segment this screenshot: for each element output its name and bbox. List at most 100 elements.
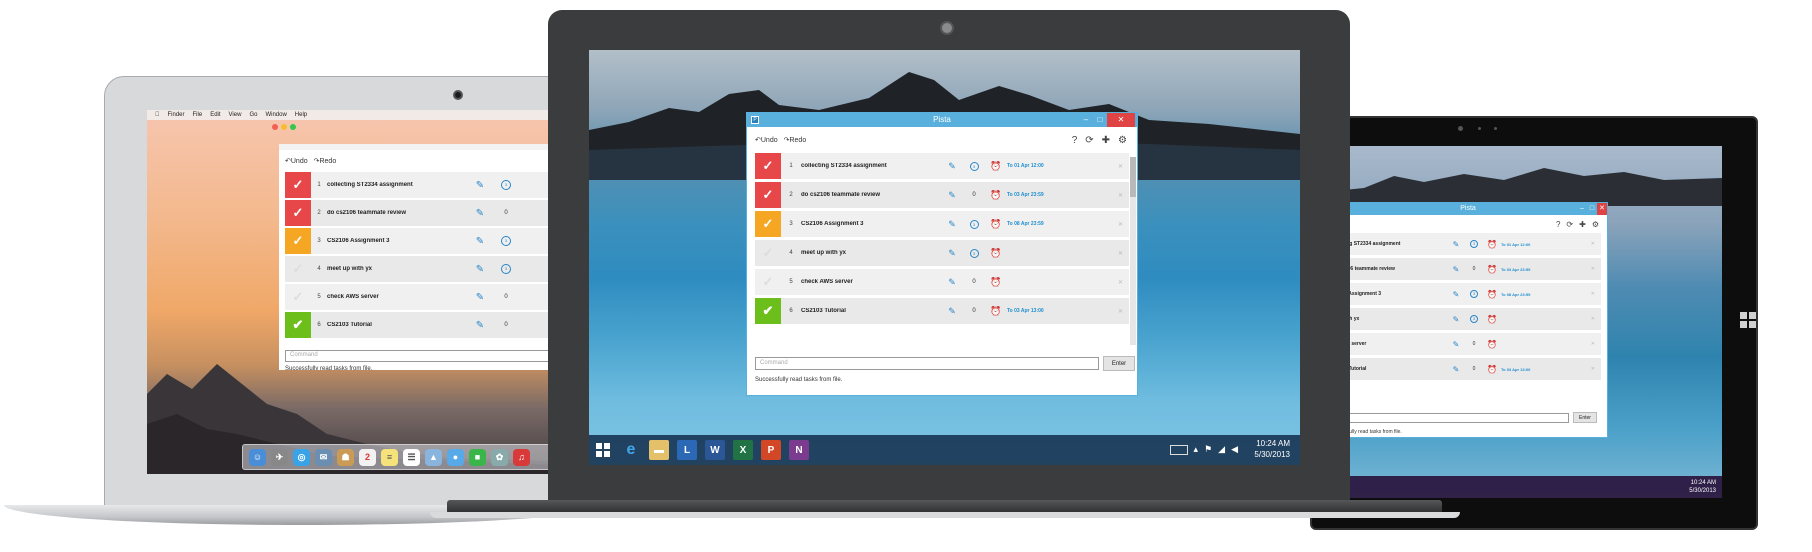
undo-button[interactable]: ↶ Undo <box>755 136 778 145</box>
command-input[interactable] <box>1334 413 1569 423</box>
maps-icon[interactable]: ▲ <box>425 448 442 466</box>
alarm-icon[interactable]: ⏰ <box>985 277 1007 288</box>
finder-icon[interactable]: ☺ <box>249 448 266 466</box>
add-icon[interactable]: ✚ <box>1102 135 1110 146</box>
task-row[interactable]: ✔ 6 CS2103 Tutorial ✎ 0 ⏰ To 03 Apr 13:00 ✕ <box>755 298 1129 324</box>
sync-icon[interactable]: ⟳ <box>1085 135 1093 146</box>
photos-icon[interactable]: ✿ <box>491 448 508 466</box>
keyboard-icon[interactable] <box>1169 444 1188 455</box>
menubar-item[interactable]: Finder <box>168 112 185 118</box>
chevron-up-icon[interactable]: ▴ <box>1194 444 1199 455</box>
delete-task-icon[interactable]: ✕ <box>1118 192 1123 199</box>
menubar-item[interactable]: View <box>229 112 242 118</box>
task-checkbox[interactable]: ✓ <box>285 172 311 198</box>
music-icon[interactable]: ♫ <box>513 448 530 466</box>
delete-task-icon[interactable]: ✕ <box>1118 308 1123 315</box>
command-input[interactable]: Command <box>755 357 1099 370</box>
task-checkbox[interactable]: ✓ <box>285 256 311 282</box>
delete-task-icon[interactable]: ✕ <box>1118 250 1123 257</box>
mail-icon[interactable]: ✉ <box>315 448 332 466</box>
menubar-item[interactable]: Help <box>295 112 307 118</box>
menubar-item[interactable]: File <box>193 112 203 118</box>
pencil-icon[interactable]: ✎ <box>1447 315 1465 324</box>
ie-icon[interactable]: e <box>621 440 641 460</box>
scrollbar[interactable] <box>1130 157 1136 345</box>
pencil-icon[interactable]: ✎ <box>467 264 493 275</box>
windows-button-icon[interactable] <box>1740 312 1756 328</box>
calendar-icon[interactable]: 2 <box>359 448 376 466</box>
task-checkbox[interactable]: ✓ <box>755 240 781 266</box>
undo-button[interactable]: ↶ Undo <box>285 157 308 166</box>
redo-button[interactable]: ↷ Redo <box>784 136 807 145</box>
task-checkbox[interactable]: ✓ <box>285 200 311 226</box>
pencil-icon[interactable]: ✎ <box>941 190 963 201</box>
task-checkbox[interactable]: ✓ <box>755 182 781 208</box>
task-row[interactable]: ✓ 5 check AWS server ✎ 0 <box>285 284 587 310</box>
task-row[interactable]: ✓ 1 collecting ST2334 assignment ✎ 3 <box>285 172 587 198</box>
delete-task-icon[interactable]: ✕ <box>1591 241 1595 247</box>
close-window-button[interactable]: ✕ <box>1597 203 1607 215</box>
pencil-icon[interactable]: ✎ <box>941 161 963 172</box>
task-row[interactable]: et up with yx ✎3⏰ ✕ <box>1334 308 1601 330</box>
alarm-icon[interactable]: ⏰ <box>985 306 1007 317</box>
delete-task-icon[interactable]: ✕ <box>1118 279 1123 286</box>
pencil-icon[interactable]: ✎ <box>467 180 493 191</box>
alarm-icon[interactable]: ⏰ <box>985 219 1007 230</box>
pencil-icon[interactable]: ✎ <box>941 219 963 230</box>
messages-icon[interactable]: ● <box>447 448 464 466</box>
help-icon[interactable]: ? <box>1072 135 1078 146</box>
menubar-item[interactable]: Go <box>249 112 257 118</box>
delete-task-icon[interactable]: ✕ <box>1591 366 1595 372</box>
minimize-button[interactable]: – <box>1577 203 1587 215</box>
pencil-icon[interactable]: ✎ <box>1447 365 1465 374</box>
task-row[interactable]: CS2103 Tutorial ✎ 0 ⏰To 03 Apr 13:00 ✕ <box>1334 358 1601 380</box>
pencil-icon[interactable]: ✎ <box>467 292 493 303</box>
minimize-button[interactable]: – <box>1079 113 1093 127</box>
menubar-item[interactable]: Window <box>265 112 286 118</box>
task-row[interactable]: ✓ 2 do cs2106 teammate review ✎ 0 <box>285 200 587 226</box>
alarm-icon[interactable]: ⏰ <box>1483 290 1501 299</box>
alarm-icon[interactable]: ⏰ <box>1483 340 1501 349</box>
pencil-icon[interactable]: ✎ <box>1447 290 1465 299</box>
delete-task-icon[interactable]: ✕ <box>1118 163 1123 170</box>
pencil-icon[interactable]: ✎ <box>1447 265 1465 274</box>
close-window-button[interactable]: ✕ <box>1107 113 1135 127</box>
flag-icon[interactable]: ⚑ <box>1204 444 1212 455</box>
lync-icon[interactable]: L <box>677 440 697 460</box>
zoom-window-button[interactable] <box>290 124 296 130</box>
delete-task-icon[interactable]: ✕ <box>1591 291 1595 297</box>
reminders-icon[interactable]: ☰ <box>403 448 420 466</box>
close-window-button[interactable] <box>272 124 278 130</box>
alarm-icon[interactable]: ⏰ <box>1483 365 1501 374</box>
enter-button[interactable]: Enter <box>1103 356 1135 371</box>
task-row[interactable]: ✓ 4 meet up with yx ✎ 3 ⏰ ✕ <box>755 240 1129 266</box>
add-icon[interactable]: ✚ <box>1579 220 1586 229</box>
folder-icon[interactable]: ▬ <box>649 440 669 460</box>
redo-button[interactable]: ↷ Redo <box>314 157 337 166</box>
task-checkbox[interactable]: ✔ <box>755 298 781 324</box>
volume-icon[interactable]: ◀ <box>1231 444 1238 455</box>
pencil-icon[interactable]: ✎ <box>467 236 493 247</box>
alarm-icon[interactable]: ⏰ <box>985 248 1007 259</box>
windows-start-icon[interactable] <box>593 440 613 460</box>
apple-icon[interactable]:  <box>155 112 160 118</box>
enter-button[interactable]: Enter <box>1573 412 1597 423</box>
pencil-icon[interactable]: ✎ <box>1447 240 1465 249</box>
contacts-icon[interactable]: ☗ <box>337 448 354 466</box>
task-row[interactable]: ✓ 2 do cs2106 teammate review ✎ 0 ⏰ To 03 Apr … <box>755 182 1129 208</box>
task-checkbox[interactable]: ✓ <box>755 269 781 295</box>
launchpad-icon[interactable]: ✈ <box>271 448 288 466</box>
settings-icon[interactable]: ⚙ <box>1592 220 1599 229</box>
pencil-icon[interactable]: ✎ <box>467 320 493 331</box>
delete-task-icon[interactable]: ✕ <box>1591 266 1595 272</box>
alarm-icon[interactable]: ⏰ <box>1483 315 1501 324</box>
excel-icon[interactable]: X <box>733 440 753 460</box>
task-row[interactable]: ✓ 5 check AWS server ✎ 0 ⏰ ✕ <box>755 269 1129 295</box>
menubar-item[interactable]: Edit <box>210 112 220 118</box>
task-checkbox[interactable]: ✓ <box>755 211 781 237</box>
task-checkbox[interactable]: ✓ <box>755 153 781 179</box>
task-row[interactable]: ✓ 3 CS2106 Assignment 3 ✎ 3 ⏰ To 08 Apr 23:59 ✕ <box>755 211 1129 237</box>
task-row[interactable]: eck AWS server ✎ 0 ⏰ ✕ <box>1334 333 1601 355</box>
task-row[interactable]: ✓ 1 collecting ST2334 assignment ✎ 3 ⏰ To 01 A… <box>755 153 1129 179</box>
alarm-icon[interactable]: ⏰ <box>1483 265 1501 274</box>
